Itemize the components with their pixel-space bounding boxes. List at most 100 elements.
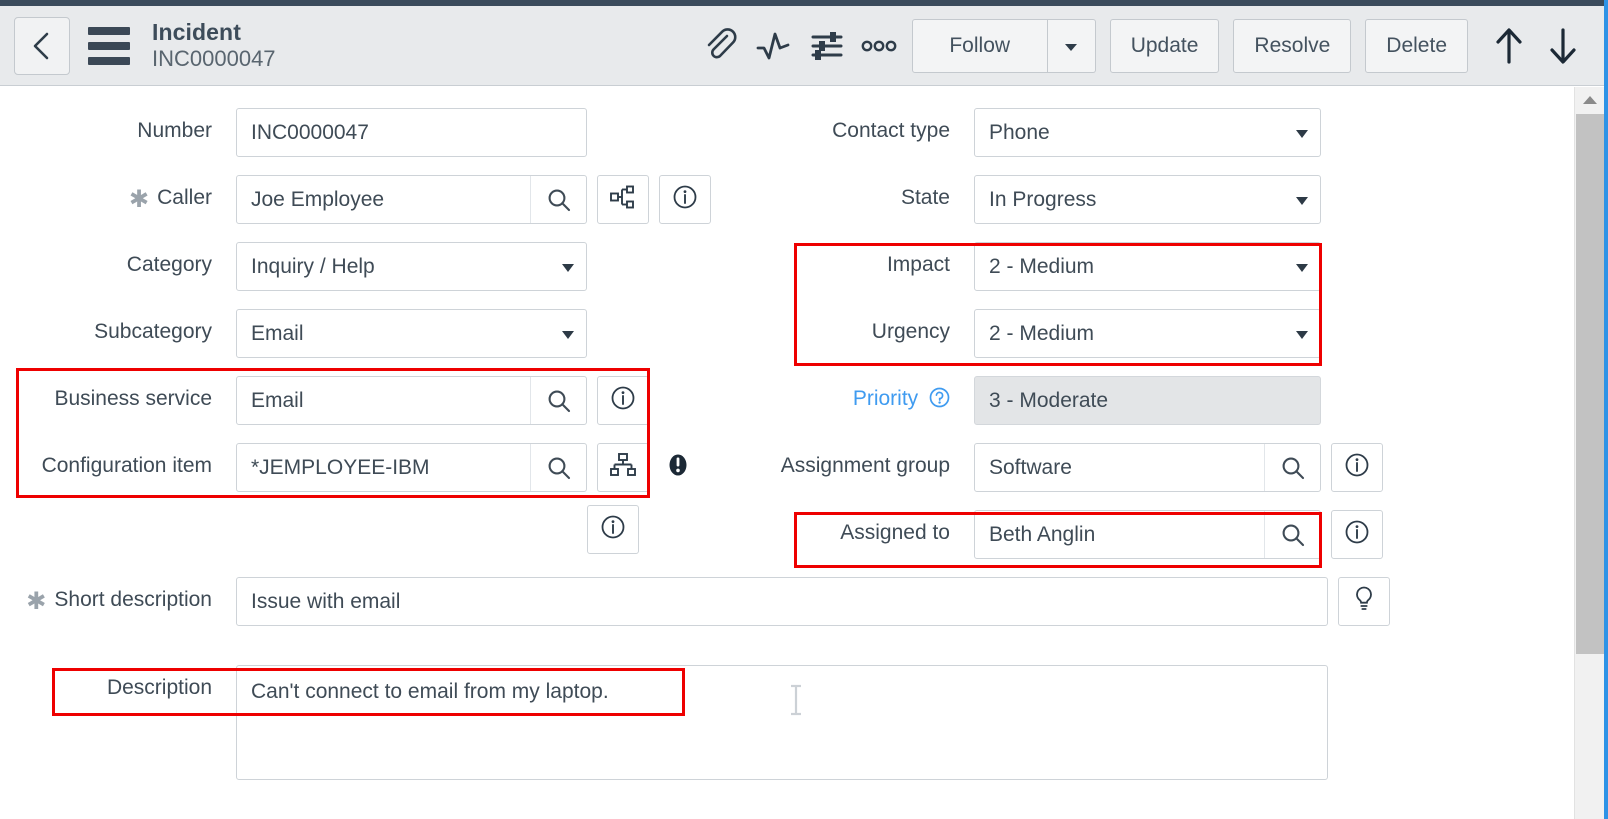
back-button[interactable] [14,16,70,75]
short-description-suggestion-button[interactable] [1338,577,1390,626]
field-business-service: Business service Email [0,376,649,425]
field-configuration-item-info-row [587,505,639,554]
short-description-input[interactable]: Issue with email [236,577,1328,626]
field-label-assignment-group: Assignment group [780,454,950,477]
field-label-caller: ✱ Caller [129,186,212,214]
number-input[interactable]: INC0000047 [236,108,587,157]
lightbulb-icon [1353,585,1375,618]
configuration-item-alert-button[interactable] [657,443,699,492]
alert-icon [666,452,690,483]
vertical-scrollbar[interactable] [1574,87,1605,819]
magnifier-icon[interactable] [530,176,586,223]
assigned-to-info-button[interactable] [1331,510,1383,559]
configuration-item-sitemap-button[interactable] [597,443,649,492]
description-textarea[interactable]: Can't connect to email from my laptop. [236,665,1328,780]
business-service-input[interactable]: Email [237,377,530,424]
resolve-button[interactable]: Resolve [1233,18,1352,73]
field-configuration-item: Configuration item *JEMPLOYEE-IBM [0,443,699,492]
field-label-urgency: Urgency [871,320,950,343]
field-short-description: ✱ Short description Issue with email [0,577,1390,626]
arrow-down-icon[interactable] [1536,18,1590,74]
scroll-thumb[interactable] [1576,114,1604,654]
field-label-description: Description [106,676,212,699]
follow-dropdown-button[interactable] [1047,18,1096,73]
category-select[interactable]: Inquiry / Help [236,242,587,291]
magnifier-icon[interactable] [1264,511,1320,558]
field-label-subcategory: Subcategory [94,320,212,343]
info-icon [600,514,626,545]
field-urgency: Urgency 2 - Medium [760,309,1321,358]
attachment-icon[interactable] [692,18,746,74]
field-caller: ✱ Caller Joe Employee [0,175,711,224]
follow-button[interactable]: Follow [911,18,1048,73]
configuration-item-input[interactable]: *JEMPLOYEE-IBM [237,444,530,491]
field-label-configuration-item: Configuration item [41,454,212,477]
field-impact: Impact 2 - Medium [760,242,1321,291]
arrow-up-icon[interactable] [1482,18,1536,74]
required-indicator-icon: ✱ [26,588,47,616]
caller-info-button[interactable] [659,175,711,224]
form-body: Number INC0000047 ✱Caller Joe Employee [0,87,1545,819]
assigned-to-input[interactable]: Beth Anglin [975,511,1264,558]
field-assignment-group: Assignment group Software [760,443,1383,492]
assignment-group-info-button[interactable] [1331,443,1383,492]
assignment-group-input[interactable]: Software [975,444,1264,491]
field-state: State In Progress [760,175,1321,224]
caller-org-chart-button[interactable] [597,175,649,224]
question-circle-icon[interactable] [929,387,950,415]
follow-button-group: Follow [911,18,1096,73]
page-title: Incident [152,18,241,45]
field-label-impact: Impact [886,253,950,276]
form-header-toolbar: Incident INC0000047 Follow Update Resolv… [0,6,1604,86]
configuration-item-info-button[interactable] [587,505,639,554]
magnifier-icon[interactable] [1264,444,1320,491]
field-label-short-description: ✱ Short description [26,588,212,616]
subcategory-select[interactable]: Email [236,309,587,358]
field-label-priority[interactable]: Priority [760,376,950,415]
sitemap-icon [610,453,636,482]
more-options-icon[interactable] [854,18,904,74]
caller-input[interactable]: Joe Employee [237,176,530,223]
urgency-select[interactable]: 2 - Medium [974,309,1321,358]
magnifier-icon[interactable] [530,377,586,424]
record-title-block: Incident INC0000047 [152,19,276,72]
field-label-category: Category [126,253,212,276]
record-number: INC0000047 [152,46,276,72]
contact-type-select[interactable]: Phone [974,108,1321,157]
hamburger-menu-icon[interactable] [88,26,134,66]
chevron-left-icon [31,31,53,61]
scroll-up-arrow-icon[interactable] [1575,87,1605,113]
impact-select[interactable]: 2 - Medium [974,242,1321,291]
field-label-assigned-to: Assigned to [840,521,950,544]
assigned-to-reference-field[interactable]: Beth Anglin [974,510,1321,559]
field-assigned-to: Assigned to Beth Anglin [760,510,1383,559]
field-contact-type: Contact type Phone [760,108,1321,157]
field-label-number: Number [137,119,212,142]
org-chart-icon [610,185,636,214]
delete-button[interactable]: Delete [1365,18,1468,73]
info-icon [672,184,698,215]
state-select[interactable]: In Progress [974,175,1321,224]
window-focus-edge [1604,0,1608,819]
field-label-state: State [900,186,950,209]
incident-form-page: Incident INC0000047 Follow Update Resolv… [0,0,1608,819]
field-label-business-service: Business service [54,387,212,410]
activity-icon[interactable] [746,18,800,74]
info-icon [1344,519,1370,550]
info-icon [610,385,636,416]
form-settings-icon[interactable] [800,18,854,74]
update-button[interactable]: Update [1109,18,1220,73]
business-service-info-button[interactable] [597,376,649,425]
field-subcategory: Subcategory Email [0,309,587,358]
info-icon [1344,452,1370,483]
configuration-item-reference-field[interactable]: *JEMPLOYEE-IBM [236,443,587,492]
required-indicator-icon: ✱ [129,186,150,214]
caller-reference-field[interactable]: Joe Employee [236,175,587,224]
assignment-group-reference-field[interactable]: Software [974,443,1321,492]
field-label-contact-type: Contact type [832,119,950,142]
field-number: Number INC0000047 [0,108,587,157]
field-category: Category Inquiry / Help [0,242,587,291]
field-priority: Priority 3 - Moderate [760,376,1321,425]
magnifier-icon[interactable] [530,444,586,491]
business-service-reference-field[interactable]: Email [236,376,587,425]
